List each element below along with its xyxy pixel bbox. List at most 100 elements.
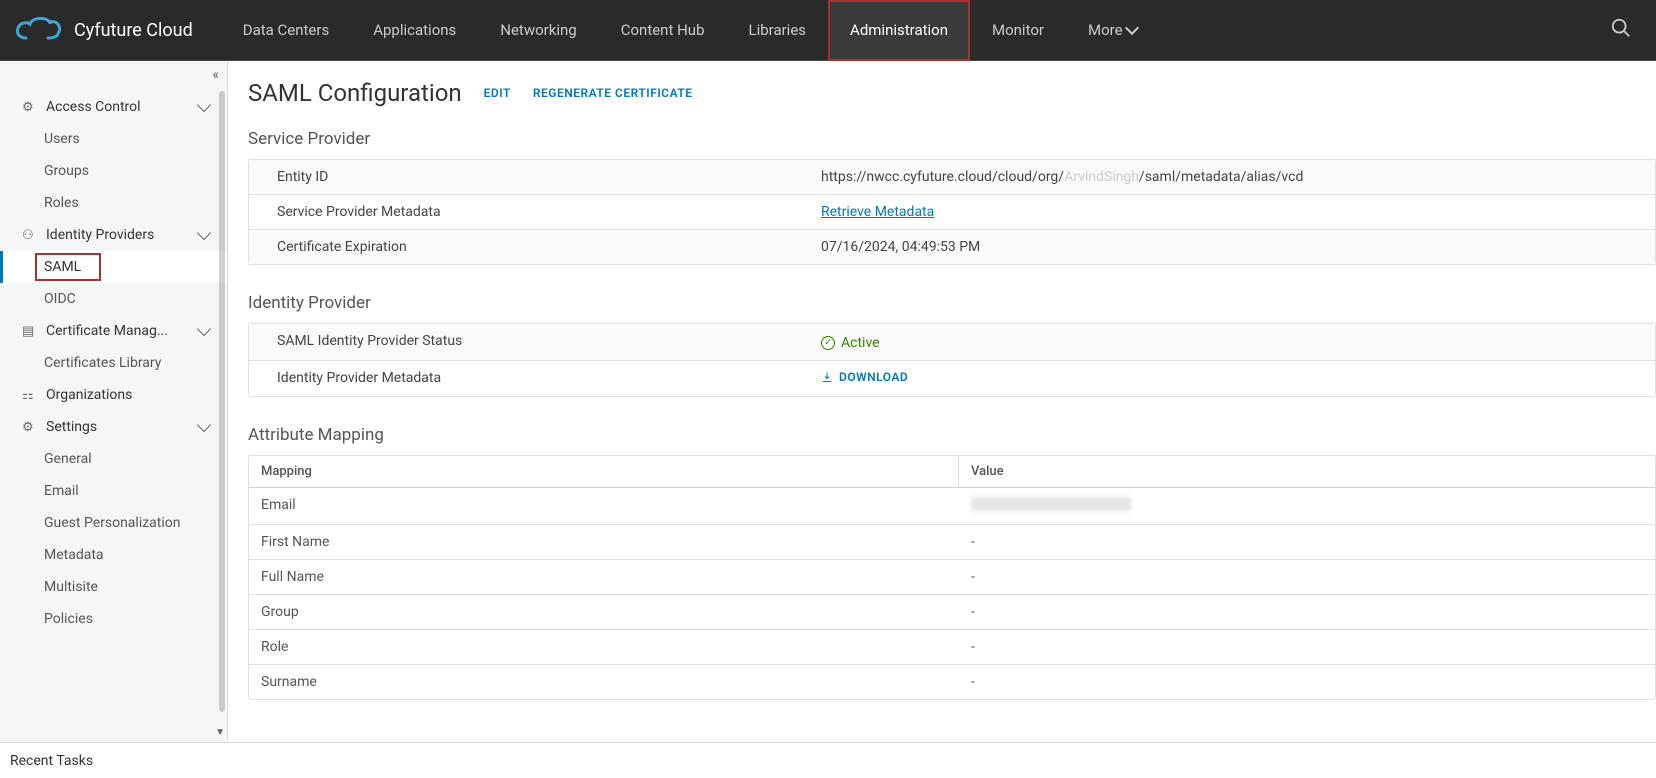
sidebar-group-access-control[interactable]: ⚙ Access Control — [0, 91, 227, 123]
col-value-header: Value — [959, 456, 1655, 487]
sidebar-item-policies[interactable]: Policies — [0, 603, 227, 635]
value-cell: - — [959, 525, 1655, 559]
scroll-down-icon[interactable]: ▼ — [215, 727, 225, 738]
logo: Cyfuture Cloud — [12, 12, 193, 48]
mapping-cell: Role — [249, 630, 959, 664]
gear-icon: ⚙ — [22, 420, 38, 435]
mapping-cell: Full Name — [249, 560, 959, 594]
idp-metadata-label: Identity Provider Metadata — [249, 361, 809, 396]
sidebar-label: Organizations — [46, 387, 209, 403]
table-row: Surname - — [249, 665, 1655, 699]
chevron-down-icon — [197, 418, 211, 432]
chevron-down-icon — [197, 98, 211, 112]
entity-id-org: ArvindSingh — [1064, 169, 1139, 185]
value-cell: - — [959, 560, 1655, 594]
attribute-mapping-table: Mapping Value Email First Name - Full Na… — [248, 455, 1656, 700]
value-cell — [959, 488, 1655, 524]
sidebar-item-saml[interactable]: SAML — [0, 251, 227, 283]
sidebar-item-guest-personalization[interactable]: Guest Personalization — [0, 507, 227, 539]
section-attribute-mapping: Attribute Mapping — [228, 417, 1656, 455]
org-icon: ⚏ — [22, 388, 38, 403]
sp-metadata-label: Service Provider Metadata — [249, 195, 809, 229]
sidebar: « ⚙ Access Control Users Groups Roles ⚇ … — [0, 61, 228, 742]
chevron-down-icon — [197, 226, 211, 240]
idp-status-label: SAML Identity Provider Status — [249, 324, 809, 360]
entity-id-value: https://nwcc.cyfuture.cloud/cloud/org/Ar… — [809, 160, 1655, 194]
sidebar-item-certificates-library[interactable]: Certificates Library — [0, 347, 227, 379]
table-row: Role - — [249, 630, 1655, 665]
value-cell: - — [959, 595, 1655, 629]
table-row: First Name - — [249, 525, 1655, 560]
nav-libraries[interactable]: Libraries — [727, 0, 829, 61]
entity-id-prefix: https://nwcc.cyfuture.cloud/cloud/org/ — [821, 169, 1064, 185]
identity-icon: ⚇ — [22, 228, 38, 243]
section-identity-provider: Identity Provider — [228, 285, 1656, 323]
topnav: Data Centers Applications Networking Con… — [221, 0, 1159, 61]
table-row: Full Name - — [249, 560, 1655, 595]
cloud-logo-icon — [12, 12, 64, 48]
download-icon — [821, 371, 833, 383]
sidebar-item-label: SAML — [44, 259, 81, 275]
nav-more-label: More — [1088, 21, 1123, 39]
sidebar-item-organizations[interactable]: ⚏ Organizations — [0, 379, 227, 411]
sidebar-label: Identity Providers — [46, 227, 199, 243]
sidebar-collapse-icon[interactable]: « — [212, 67, 219, 83]
topbar: Cyfuture Cloud Data Centers Applications… — [0, 0, 1656, 61]
nav-monitor[interactable]: Monitor — [970, 0, 1066, 61]
sidebar-label: Certificate Manag... — [46, 323, 199, 339]
page-title: SAML Configuration — [248, 79, 462, 107]
table-row: Email — [249, 488, 1655, 525]
regenerate-certificate-button[interactable]: REGENERATE CERTIFICATE — [533, 86, 693, 100]
table-row: Group - — [249, 595, 1655, 630]
scrollbar[interactable] — [219, 91, 225, 712]
nav-content-hub[interactable]: Content Hub — [599, 0, 727, 61]
entity-id-suffix: /saml/metadata/alias/vcd — [1139, 169, 1303, 185]
edit-button[interactable]: EDIT — [484, 86, 511, 100]
col-mapping-header: Mapping — [249, 456, 959, 487]
users-icon: ⚙ — [22, 100, 38, 115]
recent-tasks-label: Recent Tasks — [10, 753, 93, 769]
section-service-provider: Service Provider — [228, 121, 1656, 159]
identity-provider-table: SAML Identity Provider Status Active Ide… — [248, 323, 1656, 397]
nav-applications[interactable]: Applications — [351, 0, 478, 61]
sidebar-group-identity-providers[interactable]: ⚇ Identity Providers — [0, 219, 227, 251]
sidebar-item-multisite[interactable]: Multisite — [0, 571, 227, 603]
search-icon[interactable] — [1598, 17, 1644, 43]
entity-id-label: Entity ID — [249, 160, 809, 194]
chevron-down-icon — [1124, 21, 1138, 35]
sidebar-item-roles[interactable]: Roles — [0, 187, 227, 219]
cert-expiration-label: Certificate Expiration — [249, 230, 809, 264]
certificate-icon: ▤ — [22, 324, 38, 339]
sidebar-item-general[interactable]: General — [0, 443, 227, 475]
sidebar-label: Access Control — [46, 99, 199, 115]
nav-networking[interactable]: Networking — [478, 0, 598, 61]
chevron-down-icon — [197, 322, 211, 336]
sidebar-item-oidc[interactable]: OIDC — [0, 283, 227, 315]
sidebar-item-email[interactable]: Email — [0, 475, 227, 507]
download-button[interactable]: DOWNLOAD — [821, 370, 908, 384]
check-circle-icon — [821, 336, 835, 350]
retrieve-metadata-link[interactable]: Retrieve Metadata — [821, 204, 934, 220]
nav-more[interactable]: More — [1066, 0, 1159, 61]
nav-data-centers[interactable]: Data Centers — [221, 0, 351, 61]
sidebar-item-metadata[interactable]: Metadata — [0, 539, 227, 571]
sidebar-item-groups[interactable]: Groups — [0, 155, 227, 187]
mapping-cell: Group — [249, 595, 959, 629]
cert-expiration-value: 07/16/2024, 04:49:53 PM — [809, 230, 1655, 264]
service-provider-table: Entity ID https://nwcc.cyfuture.cloud/cl… — [248, 159, 1656, 265]
main-content: SAML Configuration EDIT REGENERATE CERTI… — [228, 61, 1656, 742]
sidebar-item-users[interactable]: Users — [0, 123, 227, 155]
nav-administration[interactable]: Administration — [828, 0, 970, 61]
brand-name: Cyfuture Cloud — [74, 20, 193, 41]
status-badge: Active — [821, 335, 880, 351]
sidebar-group-certificate-management[interactable]: ▤ Certificate Manag... — [0, 315, 227, 347]
value-cell: - — [959, 665, 1655, 699]
mapping-cell: Surname — [249, 665, 959, 699]
value-cell: - — [959, 630, 1655, 664]
status-text: Active — [841, 335, 880, 351]
mapping-cell: First Name — [249, 525, 959, 559]
recent-tasks-panel[interactable]: Recent Tasks — [0, 742, 1656, 778]
redacted-value — [971, 497, 1131, 511]
download-label: DOWNLOAD — [839, 370, 908, 384]
sidebar-group-settings[interactable]: ⚙ Settings — [0, 411, 227, 443]
